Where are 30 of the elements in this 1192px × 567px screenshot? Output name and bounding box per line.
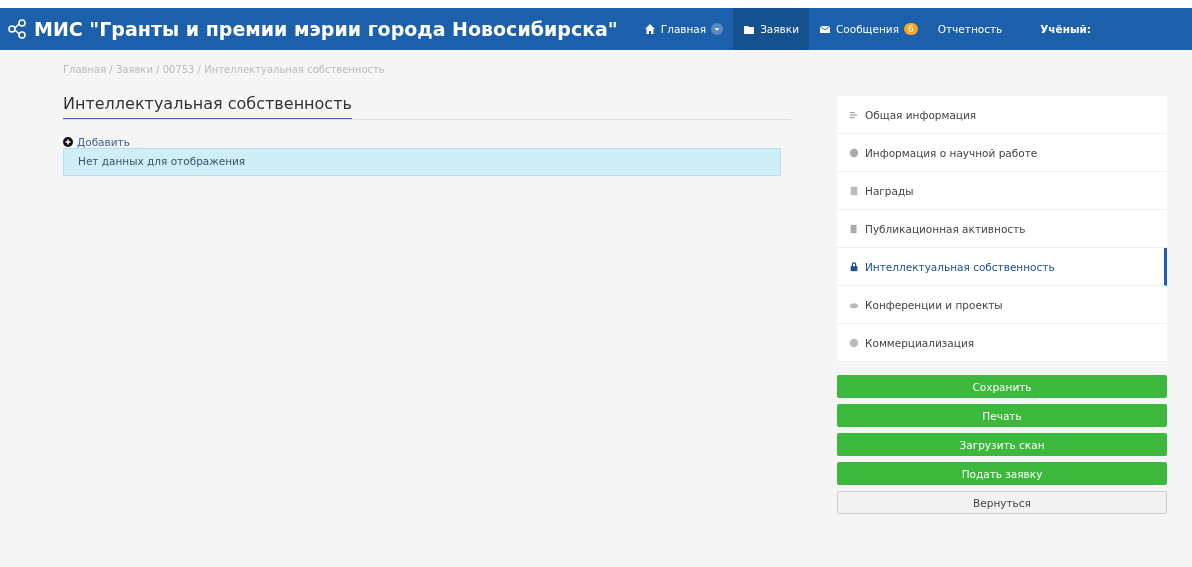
- back-button[interactable]: Вернуться: [837, 491, 1167, 514]
- circle-icon: [849, 337, 859, 348]
- dropdown-icon[interactable]: [711, 23, 724, 35]
- nav-tab[interactable]: Сообщения 6: [808, 8, 928, 50]
- folder-icon: [743, 23, 756, 35]
- document-icon: [849, 185, 859, 196]
- empty-message: Нет данных для отображения: [63, 148, 781, 176]
- document-icon: [849, 223, 859, 234]
- side-menu-item[interactable]: Общая информация: [837, 96, 1167, 134]
- home-icon: [643, 23, 656, 35]
- side-menu-item[interactable]: Информация о научной работе: [837, 134, 1167, 172]
- side-menu-item[interactable]: Публикационная активность: [837, 210, 1167, 248]
- plus-circle-icon: [63, 137, 73, 147]
- list-icon: [849, 109, 859, 120]
- side-menu-item[interactable]: Конференции и проекты: [837, 286, 1167, 324]
- nav-tab[interactable]: Главная: [633, 8, 734, 50]
- nav-tab[interactable]: Отчетность: [927, 8, 1013, 50]
- nav-tab[interactable]: Заявки: [733, 8, 809, 50]
- side-menu-item[interactable]: Коммерциализация: [837, 324, 1167, 362]
- side-menu-item[interactable]: Интеллектуальная собственность: [837, 248, 1167, 286]
- add-link[interactable]: Добавить: [63, 136, 130, 148]
- user-label: Учёный:: [1040, 23, 1091, 35]
- side-menu-item[interactable]: Награды: [837, 172, 1167, 210]
- network-icon: [8, 19, 28, 39]
- app-title: МИС "Гранты и премии мэрии города Новосибирска": [34, 18, 618, 40]
- circle-icon: [849, 147, 859, 158]
- breadcrumb: Главная / Заявки / 00753 / Интеллектуальная собственность: [63, 64, 386, 77]
- lock-icon: [849, 261, 859, 272]
- count-badge: 6: [904, 23, 918, 35]
- envelope-icon: [818, 23, 831, 35]
